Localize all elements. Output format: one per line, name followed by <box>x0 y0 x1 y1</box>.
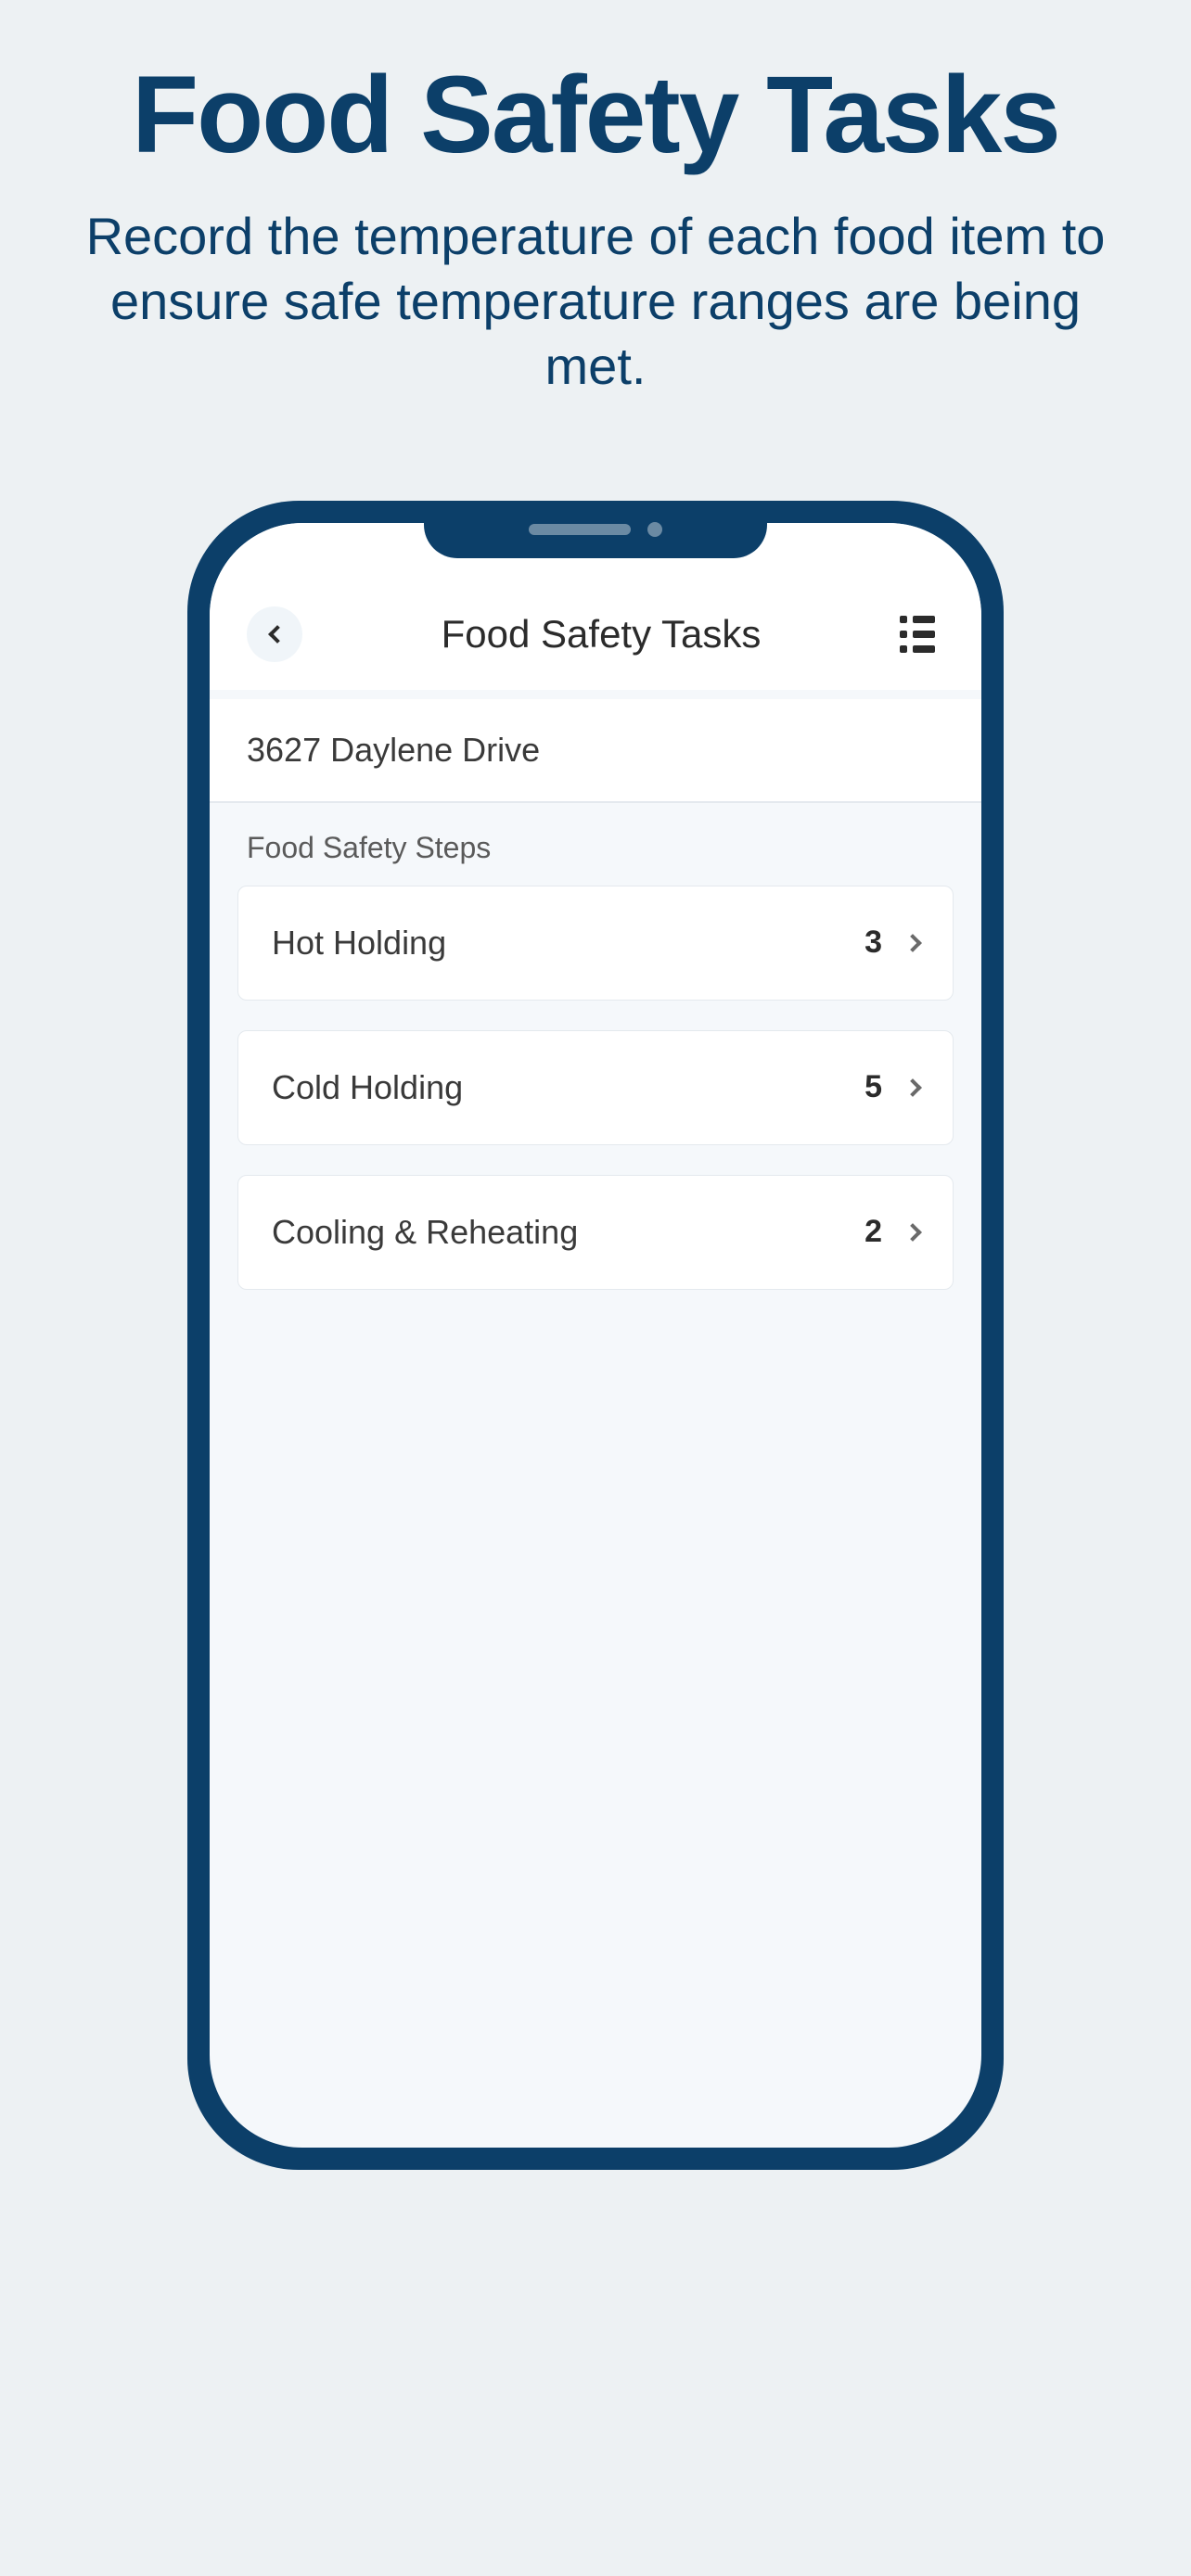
chevron-right-icon <box>903 1078 922 1097</box>
phone-frame: Food Safety Tasks 3627 Daylene Drive Foo… <box>187 501 1004 2170</box>
step-count: 5 <box>864 1069 882 1105</box>
step-cooling-reheating[interactable]: Cooling & Reheating 2 <box>237 1175 954 1290</box>
step-meta: 5 <box>864 1069 919 1105</box>
location-bar: 3627 Daylene Drive <box>210 699 981 803</box>
back-button[interactable] <box>247 606 302 662</box>
step-label: Cooling & Reheating <box>272 1213 578 1252</box>
phone-screen: Food Safety Tasks 3627 Daylene Drive Foo… <box>210 523 981 2148</box>
step-cold-holding[interactable]: Cold Holding 5 <box>237 1030 954 1145</box>
section-label: Food Safety Steps <box>210 803 981 886</box>
app-header-title: Food Safety Tasks <box>302 612 900 657</box>
steps-list: Hot Holding 3 Cold Holding 5 Cooling & R… <box>210 886 981 1290</box>
step-meta: 2 <box>864 1214 919 1250</box>
step-count: 2 <box>864 1214 882 1250</box>
page-title: Food Safety Tasks <box>132 56 1059 176</box>
step-label: Cold Holding <box>272 1068 463 1107</box>
step-meta: 3 <box>864 925 919 961</box>
step-label: Hot Holding <box>272 924 446 963</box>
chevron-right-icon <box>903 934 922 952</box>
notch-camera <box>647 522 662 537</box>
chevron-left-icon <box>268 625 287 644</box>
page-subtitle: Record the temperature of each food item… <box>62 204 1129 399</box>
step-hot-holding[interactable]: Hot Holding 3 <box>237 886 954 1001</box>
notch-speaker <box>529 524 631 535</box>
phone-notch <box>424 501 767 558</box>
chevron-right-icon <box>903 1223 922 1242</box>
step-count: 3 <box>864 925 882 961</box>
menu-button[interactable] <box>900 616 944 653</box>
